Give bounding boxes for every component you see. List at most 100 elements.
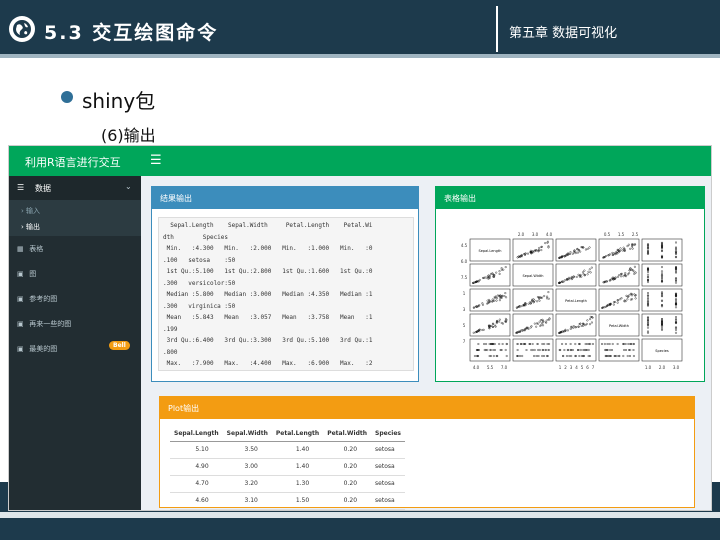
header-stripe [0, 54, 720, 58]
submenu-item-input[interactable]: › 输入 [21, 206, 40, 216]
pairs-tick-label: 2.5 [632, 232, 639, 237]
table-cell: setosa [371, 492, 405, 510]
column-header: Species [371, 427, 405, 442]
box-title: Plot输出 [168, 404, 200, 413]
table-row: 4.90 3.00 1.40 0.20 setosa [170, 458, 405, 476]
pairs-diag-label: Species [655, 349, 669, 353]
pairs-tick-label: 1.0 [645, 365, 652, 369]
table-row: 4.60 3.10 1.50 0.20 setosa [170, 492, 405, 510]
iris-table: Sepal.Length Sepal.Width Petal.Length Pe… [170, 427, 405, 510]
box-header: 表格输出 [436, 187, 704, 209]
pairs-tick-label: 4.0 [473, 365, 480, 369]
header-divider [496, 6, 498, 52]
pairs-tick-label: 2.0 [518, 232, 525, 237]
pairs-tick-label: 6 [586, 365, 589, 369]
app-header: 利用R语言进行交互 ☰ [9, 146, 711, 176]
sidebar-item-best-plot[interactable]: ▣ 最美的图 [17, 344, 57, 354]
slide-title: 5.3 交互绘图命令 [44, 22, 219, 44]
sidebar-item-data[interactable]: ☰ 数据 ⌄ [9, 176, 141, 200]
pairs-plot: Sepal.Length Sepal.Width Petal.Length Petal… [461, 232, 686, 369]
sidebar: ☰ 数据 ⌄ › 输入 › 输出 ▦ 表格 ▣ 图 ▣ 参考的图 ▣ 再来一些的… [9, 176, 141, 510]
pairs-tick-label: 3.0 [673, 365, 680, 369]
pairs-diag-label: Petal.Width [609, 324, 629, 328]
pairs-tick-label: 7.5 [461, 275, 468, 280]
pairs-tick-label: 7.0 [501, 365, 508, 369]
table-output-box: Plot输出 Sepal.Length Sepal.Width Petal.Le… [159, 396, 695, 510]
pairs-tick-label: 5 [581, 365, 584, 369]
table-cell: 4.60 [170, 492, 223, 510]
table-cell: 4.70 [170, 475, 223, 493]
table-cell: setosa [371, 441, 405, 459]
table-cell: setosa [371, 458, 405, 476]
sidebar-item-more-plots[interactable]: ▣ 再来一些的图 [17, 319, 71, 329]
sidebar-item-reference-plot[interactable]: ▣ 参考的图 [17, 294, 57, 304]
app-title: 利用R语言进行交互 [25, 156, 121, 169]
pairs-tick-label: 2 [564, 365, 567, 369]
pairs-tick-label: 5.5 [487, 365, 494, 369]
column-header: Petal.Length [271, 427, 324, 442]
table-cell: 5.10 [170, 441, 223, 459]
pairs-tick-label: 3 [463, 307, 466, 312]
bottom-band [0, 518, 720, 540]
image-icon: ▣ [17, 345, 24, 353]
table-icon: ☰ [17, 183, 25, 192]
table-row: 4.70 3.20 1.30 0.20 setosa [170, 475, 405, 493]
sidebar-item-plot[interactable]: ▣ 图 [17, 269, 36, 279]
pairs-tick-label: 4.5 [461, 243, 468, 248]
summary-output-box: 结果输出 Sepal.Length Sepal.Width Petal.Leng… [151, 186, 419, 382]
table-cell: 1.40 [271, 458, 324, 476]
pairs-tick-label: 3 [570, 365, 573, 369]
table-row: 5.10 3.50 1.40 0.20 setosa [170, 441, 405, 459]
box-title: 表格输出 [444, 194, 476, 203]
table-cell: 4.90 [170, 458, 223, 476]
table-cell: 3.00 [222, 458, 272, 476]
shiny-app-screenshot: 利用R语言进行交互 ☰ ☰ 数据 ⌄ › 输入 › 输出 ▦ 表格 ▣ 图 ▣ … [8, 145, 712, 511]
table-cell: 3.50 [222, 441, 272, 459]
pairs-tick-label: 1 [463, 291, 466, 296]
bell-badge: Bell [109, 341, 130, 350]
table-cell: 0.20 [323, 458, 372, 476]
pairs-panel [555, 338, 597, 362]
image-icon: ▣ [17, 270, 24, 278]
table-cell: 0.20 [323, 475, 372, 493]
table-cell: 3.20 [222, 475, 272, 493]
globe-icon [9, 16, 35, 42]
pairs-tick-label: 1.5 [618, 232, 625, 237]
pairs-diag-label: Sepal.Length [479, 249, 502, 253]
chapter-label: 第五章 数据可视化 [509, 26, 618, 41]
bullet-heading: shiny包 [82, 89, 156, 113]
slide-header: 5.3 交互绘图命令 第五章 数据可视化 [0, 0, 720, 58]
sidebar-item-label: 数据 [35, 184, 51, 193]
pairs-tick-label: 3.0 [532, 232, 539, 237]
pairs-diag-label: Petal.Length [565, 299, 587, 303]
pairs-tick-label: 7 [463, 339, 466, 344]
table-cell: 1.50 [271, 492, 324, 510]
pairs-tick-label: 7 [592, 365, 595, 369]
sidebar-item-table[interactable]: ▦ 表格 [17, 244, 43, 254]
table-cell: 0.20 [323, 441, 372, 459]
image-icon: ▣ [17, 320, 24, 328]
column-header: Petal.Width [323, 427, 372, 442]
summary-text: Sepal.Length Sepal.Width Petal.Length Pe… [158, 217, 414, 371]
column-header: Sepal.Length [170, 427, 223, 442]
image-icon: ▣ [17, 295, 24, 303]
table-cell: setosa [371, 475, 405, 493]
box-header: 结果输出 [152, 187, 418, 209]
table-cell: 3.10 [222, 492, 272, 510]
pairs-diag-label: Sepal.Width [523, 274, 544, 278]
pairs-tick-label: 5 [463, 323, 466, 328]
pairs-tick-label: 0.5 [604, 232, 611, 237]
bullet-dot-icon [61, 91, 73, 103]
pairs-tick-label: 4 [575, 365, 578, 369]
pairs-tick-label: 4.0 [546, 232, 553, 237]
sub-heading: (6)输出 [101, 126, 156, 145]
box-header: Plot输出 [160, 397, 694, 419]
pairs-panel [512, 338, 554, 362]
sidebar-submenu: › 输入 › 输出 [9, 200, 141, 236]
column-header: Sepal.Width [222, 427, 272, 442]
pairs-tick-label: 6.0 [461, 259, 468, 264]
hamburger-icon[interactable]: ☰ [150, 153, 162, 168]
box-title: 结果输出 [160, 194, 192, 203]
table-cell: 0.20 [323, 492, 372, 510]
submenu-item-output[interactable]: › 输出 [21, 222, 40, 232]
